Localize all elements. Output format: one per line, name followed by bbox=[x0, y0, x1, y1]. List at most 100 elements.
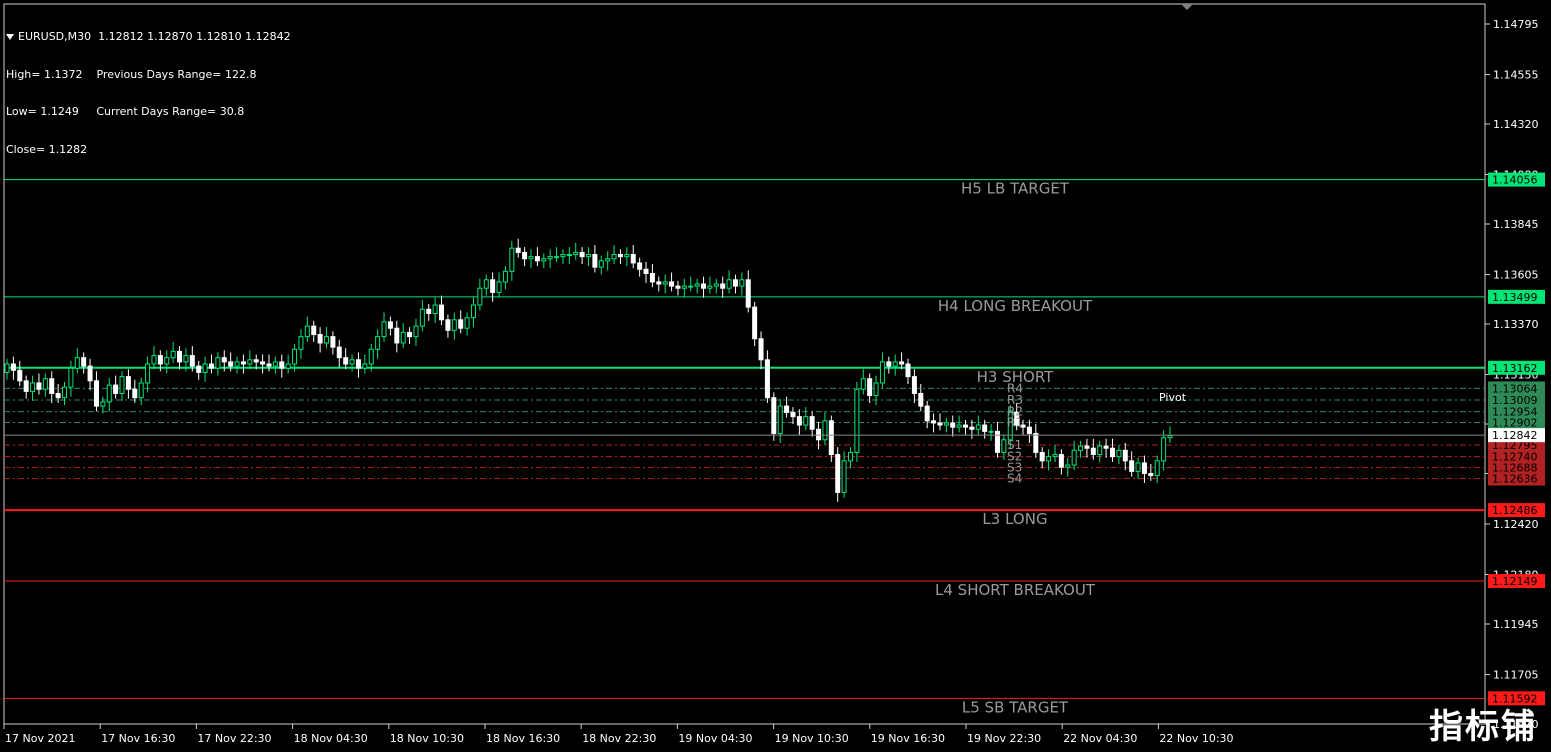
candle-body bbox=[726, 279, 732, 289]
candle-body bbox=[279, 361, 285, 369]
candle-body bbox=[1097, 445, 1103, 456]
candle-body bbox=[752, 306, 758, 340]
candle-body bbox=[854, 388, 860, 453]
candle-body bbox=[847, 451, 853, 462]
low-value: Low= 1.1249 bbox=[6, 105, 79, 118]
y-tick-label: 1.13605 bbox=[1493, 269, 1539, 282]
y-tick-label: 1.14555 bbox=[1493, 69, 1539, 82]
candle-body bbox=[611, 254, 617, 260]
candle-body bbox=[1116, 449, 1122, 458]
candle-body bbox=[164, 357, 170, 365]
x-tick-label: 18 Nov 04:30 bbox=[294, 732, 368, 745]
candle-body bbox=[994, 430, 1000, 453]
candle-body bbox=[509, 247, 515, 272]
candle-body bbox=[899, 361, 905, 365]
candle-body bbox=[119, 376, 125, 394]
candle-body bbox=[956, 424, 962, 428]
candle-body bbox=[605, 258, 611, 262]
chart-info-panel: EURUSD,M30 1.12812 1.12870 1.12810 1.128… bbox=[6, 6, 291, 181]
candle-body bbox=[375, 336, 381, 350]
candle-body bbox=[477, 287, 483, 306]
candle-body bbox=[170, 350, 176, 359]
candle-body bbox=[528, 256, 534, 260]
level-label: H4 LONG BREAKOUT bbox=[938, 297, 1093, 315]
candle-body bbox=[720, 283, 726, 289]
candle-body bbox=[343, 357, 349, 365]
candle-body bbox=[145, 363, 151, 384]
candle-body bbox=[764, 359, 770, 399]
candle-body bbox=[4, 363, 10, 373]
candle-body bbox=[963, 424, 969, 428]
candle-body bbox=[362, 363, 368, 369]
candle-body bbox=[522, 251, 528, 260]
pivot-label: Pivot bbox=[1159, 391, 1187, 404]
y-tick-label: 1.11945 bbox=[1493, 618, 1539, 631]
candle-body bbox=[311, 325, 317, 336]
close-value: Close= 1.1282 bbox=[6, 142, 88, 156]
high-value: High= 1.1372 bbox=[6, 67, 83, 81]
candle-body bbox=[432, 304, 438, 314]
level-label: L4 SHORT BREAKOUT bbox=[935, 581, 1096, 599]
candle-body bbox=[100, 401, 106, 407]
candle-body bbox=[62, 386, 68, 399]
candle-body bbox=[886, 361, 892, 367]
candle-body bbox=[336, 346, 342, 359]
candle-body bbox=[515, 247, 521, 253]
candle-body bbox=[1065, 464, 1071, 468]
candle-body bbox=[74, 357, 80, 369]
candle-body bbox=[285, 363, 291, 369]
candle-body bbox=[228, 361, 234, 367]
candle-body bbox=[394, 327, 400, 344]
candle-body bbox=[266, 363, 272, 367]
candle-body bbox=[643, 268, 649, 274]
candle-body bbox=[560, 254, 566, 258]
candle-body bbox=[598, 260, 604, 268]
symbol-dropdown-icon[interactable] bbox=[6, 34, 14, 40]
pivot-level-label: S4 bbox=[1007, 472, 1022, 486]
x-tick-label: 19 Nov 16:30 bbox=[871, 732, 945, 745]
candle-body bbox=[1046, 456, 1052, 462]
candle-body bbox=[23, 380, 29, 392]
candle-body bbox=[68, 367, 74, 388]
candle-body bbox=[292, 348, 298, 365]
candle-body bbox=[451, 319, 457, 331]
candle-body bbox=[656, 281, 662, 285]
candle-body bbox=[196, 365, 202, 373]
candle-body bbox=[669, 281, 675, 287]
chart[interactable]: 1.147951.145551.143201.140801.138451.136… bbox=[0, 0, 1551, 752]
candle-body bbox=[892, 361, 898, 367]
candle-body bbox=[324, 336, 330, 344]
candle-body bbox=[1103, 445, 1109, 449]
pivot-price-tag: 1.12636 bbox=[1492, 473, 1538, 486]
candle-body bbox=[1084, 445, 1090, 449]
candle-body bbox=[771, 397, 777, 434]
y-tick-label: 1.14320 bbox=[1493, 118, 1539, 131]
candle-body bbox=[681, 285, 687, 289]
level-label: H5 LB TARGET bbox=[961, 180, 1070, 198]
candle-body bbox=[796, 416, 802, 426]
x-tick-label: 19 Nov 04:30 bbox=[678, 732, 752, 745]
y-tick-label: 1.14795 bbox=[1493, 18, 1539, 31]
candle-body bbox=[298, 336, 304, 350]
candle-body bbox=[1071, 449, 1077, 466]
x-tick-label: 18 Nov 10:30 bbox=[390, 732, 464, 745]
candle-body bbox=[490, 279, 496, 293]
candle-body bbox=[1078, 445, 1084, 451]
candle-body bbox=[1122, 449, 1128, 462]
x-tick-label: 17 Nov 22:30 bbox=[197, 732, 271, 745]
x-tick-label: 22 Nov 10:30 bbox=[1159, 732, 1233, 745]
candle-body bbox=[132, 388, 138, 399]
candle-body bbox=[208, 363, 214, 369]
candle-body bbox=[387, 321, 393, 329]
candle-body bbox=[573, 251, 579, 256]
candle-body bbox=[688, 285, 694, 288]
candle-body bbox=[1148, 472, 1154, 477]
candle-body bbox=[701, 283, 707, 289]
candle-body bbox=[694, 283, 700, 287]
candle-body bbox=[784, 405, 790, 413]
candle-body bbox=[835, 454, 841, 493]
candle-body bbox=[177, 350, 183, 363]
candle-body bbox=[368, 348, 374, 365]
candle-body bbox=[49, 378, 55, 394]
candle-body bbox=[381, 321, 387, 338]
